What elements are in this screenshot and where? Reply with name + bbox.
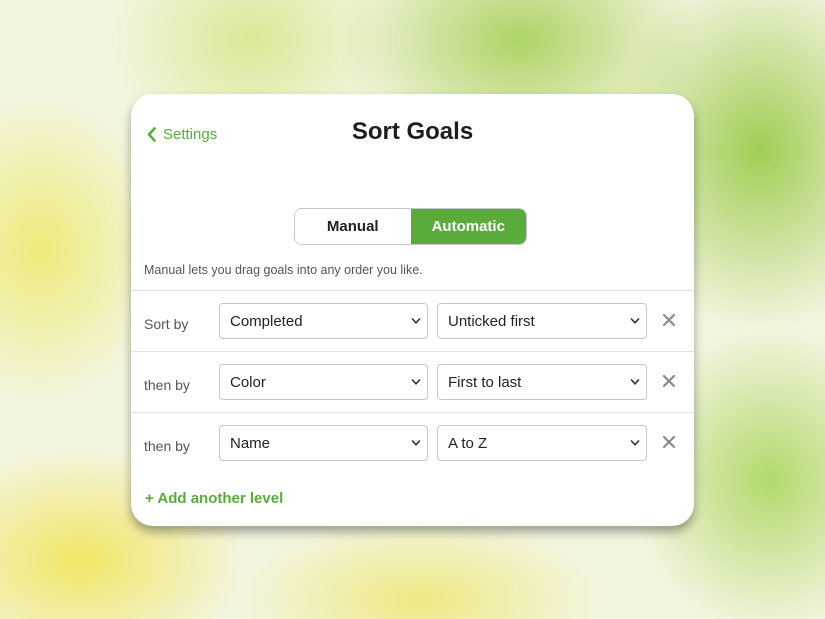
sort-order-select[interactable]: A to Z — [437, 425, 647, 461]
sort-mode-toggle: Manual Automatic — [294, 208, 527, 245]
sort-field-value: Completed — [230, 312, 303, 330]
close-icon[interactable] — [662, 374, 676, 388]
sort-order-select[interactable]: Unticked first — [437, 303, 647, 339]
sort-level-label: Sort by — [144, 316, 189, 332]
sort-field-select[interactable]: Completed — [219, 303, 428, 339]
chevron-down-icon — [630, 318, 640, 324]
automatic-option[interactable]: Automatic — [410, 209, 526, 244]
chevron-down-icon — [411, 318, 421, 324]
chevron-down-icon — [411, 440, 421, 446]
sort-levels-list: Sort by Completed Unticked first then by… — [131, 290, 694, 473]
sort-field-select[interactable]: Color — [219, 364, 428, 400]
sort-field-select[interactable]: Name — [219, 425, 428, 461]
sort-level-label: then by — [144, 438, 190, 454]
mode-description: Manual lets you drag goals into any orde… — [144, 263, 423, 277]
close-icon[interactable] — [662, 313, 676, 327]
close-icon[interactable] — [662, 435, 676, 449]
sort-goals-panel: Settings Sort Goals Manual Automatic Man… — [131, 94, 694, 526]
chevron-down-icon — [411, 379, 421, 385]
sort-order-value: A to Z — [448, 434, 488, 452]
manual-option[interactable]: Manual — [295, 209, 411, 244]
sort-level-row: then by Name A to Z — [131, 412, 694, 473]
chevron-down-icon — [630, 440, 640, 446]
sort-order-value: Unticked first — [448, 312, 535, 330]
sort-field-value: Name — [230, 434, 271, 452]
sort-field-value: Color — [230, 373, 266, 391]
sort-order-select[interactable]: First to last — [437, 364, 647, 400]
add-level-link[interactable]: + Add another level — [145, 490, 283, 507]
page-title: Sort Goals — [351, 118, 474, 145]
sort-level-label: then by — [144, 377, 190, 393]
sort-level-row: then by Color First to last — [131, 351, 694, 412]
chevron-down-icon — [630, 379, 640, 385]
sort-level-row: Sort by Completed Unticked first — [131, 290, 694, 351]
sort-order-value: First to last — [448, 373, 522, 391]
